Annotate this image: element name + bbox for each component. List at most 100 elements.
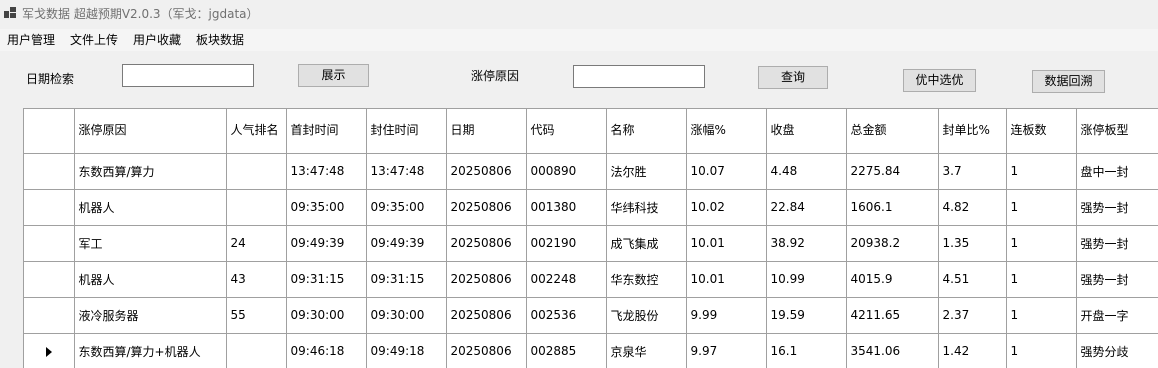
cell-popularity[interactable]: 55	[226, 297, 287, 334]
limit-reason-input[interactable]	[573, 65, 705, 88]
table-row[interactable]: 东数西算/算力 13:47:48 13:47:48 20250806 000890 法尔胜…	[24, 153, 1158, 190]
cell-reason[interactable]: 东数西算/算力+机器人	[74, 333, 227, 368]
cell-board-type[interactable]: 盘中一封	[1076, 153, 1158, 190]
cell-popularity[interactable]	[226, 153, 287, 190]
cell-change-pct[interactable]: 10.01	[686, 225, 767, 262]
cell-board-type[interactable]: 开盘一字	[1076, 297, 1158, 334]
cell-code[interactable]: 002248	[526, 261, 607, 298]
cell-seal-time[interactable]: 09:30:00	[366, 297, 447, 334]
row-header[interactable]	[24, 189, 75, 226]
pick-best-button[interactable]: 优中选优	[903, 69, 976, 92]
cell-date[interactable]: 20250806	[446, 297, 527, 334]
cell-first-seal-time[interactable]: 09:30:00	[286, 297, 367, 334]
cell-seal-ratio[interactable]: 2.37	[938, 297, 1007, 334]
table-row[interactable]: 东数西算/算力+机器人 09:46:18 09:49:18 20250806 00288…	[24, 333, 1158, 368]
cell-first-seal-time[interactable]: 13:47:48	[286, 153, 367, 190]
cell-name[interactable]: 成飞集成	[606, 225, 687, 262]
cell-change-pct[interactable]: 9.99	[686, 297, 767, 334]
cell-popularity[interactable]: 43	[226, 261, 287, 298]
cell-seal-time[interactable]: 09:49:18	[366, 333, 447, 368]
cell-board-type[interactable]: 强势一封	[1076, 261, 1158, 298]
table-row[interactable]: 军工 24 09:49:39 09:49:39 20250806 002190 成飞集成 10…	[24, 225, 1158, 262]
cell-popularity[interactable]	[226, 333, 287, 368]
column-header-seal-time[interactable]: 封住时间	[366, 109, 447, 154]
column-header-code[interactable]: 代码	[526, 109, 607, 154]
cell-name[interactable]: 京泉华	[606, 333, 687, 368]
cell-consecutive-boards[interactable]: 1	[1006, 261, 1077, 298]
cell-seal-ratio[interactable]: 4.51	[938, 261, 1007, 298]
cell-consecutive-boards[interactable]: 1	[1006, 333, 1077, 368]
cell-seal-ratio[interactable]: 4.82	[938, 189, 1007, 226]
column-header-date[interactable]: 日期	[446, 109, 527, 154]
cell-date[interactable]: 20250806	[446, 225, 527, 262]
menu-user-favorites[interactable]: 用户收藏	[126, 29, 189, 51]
cell-date[interactable]: 20250806	[446, 333, 527, 368]
cell-reason[interactable]: 机器人	[74, 261, 227, 298]
column-header-popularity[interactable]: 人气排名	[226, 109, 287, 154]
column-header-close[interactable]: 收盘	[766, 109, 847, 154]
column-header-board-type[interactable]: 涨停板型	[1076, 109, 1158, 154]
cell-total-amount[interactable]: 1606.1	[846, 189, 939, 226]
cell-close[interactable]: 22.84	[766, 189, 847, 226]
cell-name[interactable]: 华东数控	[606, 261, 687, 298]
column-header-consecutive-boards[interactable]: 连板数	[1006, 109, 1077, 154]
cell-change-pct[interactable]: 10.07	[686, 153, 767, 190]
cell-close[interactable]: 38.92	[766, 225, 847, 262]
cell-total-amount[interactable]: 20938.2	[846, 225, 939, 262]
column-header-total-amount[interactable]: 总金额	[846, 109, 939, 154]
table-row[interactable]: 液冷服务器 55 09:30:00 09:30:00 20250806 002536 飞龙股…	[24, 297, 1158, 334]
cell-change-pct[interactable]: 10.01	[686, 261, 767, 298]
data-backtest-button[interactable]: 数据回溯	[1032, 70, 1105, 93]
menu-user-management[interactable]: 用户管理	[0, 29, 63, 51]
cell-consecutive-boards[interactable]: 1	[1006, 153, 1077, 190]
cell-seal-ratio[interactable]: 1.42	[938, 333, 1007, 368]
cell-popularity[interactable]: 24	[226, 225, 287, 262]
show-button[interactable]: 展示	[298, 64, 369, 87]
cell-code[interactable]: 001380	[526, 189, 607, 226]
cell-first-seal-time[interactable]: 09:49:39	[286, 225, 367, 262]
cell-consecutive-boards[interactable]: 1	[1006, 297, 1077, 334]
cell-consecutive-boards[interactable]: 1	[1006, 225, 1077, 262]
table-row[interactable]: 机器人 43 09:31:15 09:31:15 20250806 002248 华东数控 1…	[24, 261, 1158, 298]
table-row[interactable]: 机器人 09:35:00 09:35:00 20250806 001380 华纬科技 10.…	[24, 189, 1158, 226]
cell-first-seal-time[interactable]: 09:31:15	[286, 261, 367, 298]
cell-total-amount[interactable]: 4015.9	[846, 261, 939, 298]
cell-seal-ratio[interactable]: 1.35	[938, 225, 1007, 262]
cell-close[interactable]: 19.59	[766, 297, 847, 334]
cell-close[interactable]: 16.1	[766, 333, 847, 368]
cell-date[interactable]: 20250806	[446, 261, 527, 298]
cell-code[interactable]: 002190	[526, 225, 607, 262]
cell-code[interactable]: 000890	[526, 153, 607, 190]
cell-reason[interactable]: 液冷服务器	[74, 297, 227, 334]
cell-total-amount[interactable]: 4211.65	[846, 297, 939, 334]
cell-name[interactable]: 华纬科技	[606, 189, 687, 226]
menu-file-upload[interactable]: 文件上传	[63, 29, 126, 51]
cell-board-type[interactable]: 强势分歧	[1076, 333, 1158, 368]
data-grid[interactable]: 涨停原因 人气排名 首封时间 封住时间 日期 代码 名称 涨幅% 收盘 总金额 …	[23, 108, 1158, 368]
cell-total-amount[interactable]: 3541.06	[846, 333, 939, 368]
cell-seal-time[interactable]: 13:47:48	[366, 153, 447, 190]
cell-seal-time[interactable]: 09:49:39	[366, 225, 447, 262]
row-header[interactable]	[24, 153, 75, 190]
cell-reason[interactable]: 机器人	[74, 189, 227, 226]
column-header-first-seal-time[interactable]: 首封时间	[286, 109, 367, 154]
cell-close[interactable]: 10.99	[766, 261, 847, 298]
cell-board-type[interactable]: 强势一封	[1076, 189, 1158, 226]
cell-first-seal-time[interactable]: 09:35:00	[286, 189, 367, 226]
row-header[interactable]	[24, 333, 75, 368]
cell-seal-time[interactable]: 09:31:15	[366, 261, 447, 298]
cell-seal-ratio[interactable]: 3.7	[938, 153, 1007, 190]
cell-consecutive-boards[interactable]: 1	[1006, 189, 1077, 226]
cell-first-seal-time[interactable]: 09:46:18	[286, 333, 367, 368]
column-header-name[interactable]: 名称	[606, 109, 687, 154]
cell-code[interactable]: 002885	[526, 333, 607, 368]
column-header-seal-ratio[interactable]: 封单比%	[938, 109, 1007, 154]
column-header-reason[interactable]: 涨停原因	[74, 109, 227, 154]
cell-board-type[interactable]: 强势一封	[1076, 225, 1158, 262]
cell-name[interactable]: 法尔胜	[606, 153, 687, 190]
cell-name[interactable]: 飞龙股份	[606, 297, 687, 334]
cell-date[interactable]: 20250806	[446, 153, 527, 190]
row-header[interactable]	[24, 261, 75, 298]
cell-code[interactable]: 002536	[526, 297, 607, 334]
cell-popularity[interactable]	[226, 189, 287, 226]
